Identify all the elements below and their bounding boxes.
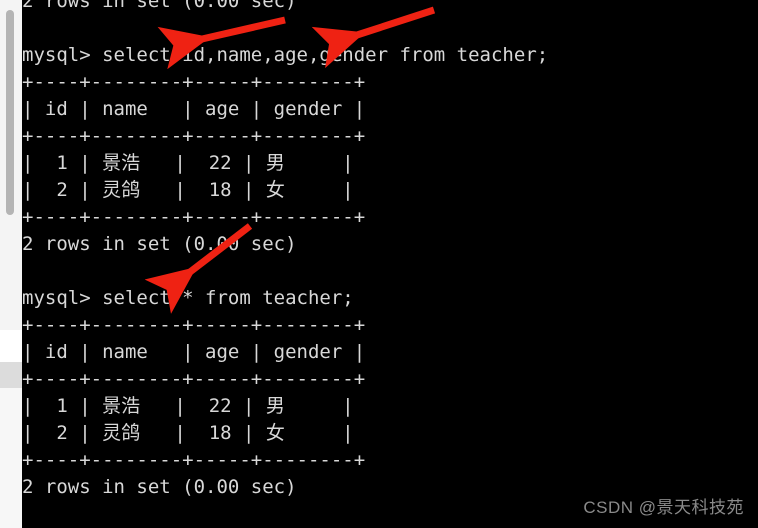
table2-border-top: +----+--------+-----+--------+ bbox=[22, 314, 366, 336]
table1-status: 2 rows in set (0.00 sec) bbox=[22, 233, 297, 255]
table2-border-mid: +----+--------+-----+--------+ bbox=[22, 368, 366, 390]
csdn-watermark: CSDN @景天科技苑 bbox=[583, 498, 744, 517]
table1-border-bottom: +----+--------+-----+--------+ bbox=[22, 206, 366, 228]
table2-row-2: | 2 | 灵鸽 | 18 | 女 | bbox=[22, 422, 354, 444]
terminal-output: 2 rows in set (0.00 sec) mysql> select i… bbox=[22, 0, 758, 528]
table1-row-1: | 1 | 景浩 | 22 | 男 | bbox=[22, 152, 354, 174]
prompt-query-2: mysql> select * from teacher; bbox=[22, 287, 354, 309]
background-window-edge bbox=[0, 0, 22, 528]
table1-row-2: | 2 | 灵鸽 | 18 | 女 | bbox=[22, 179, 354, 201]
prompt-query-1: mysql> select id,name,age,gender from te… bbox=[22, 44, 549, 66]
background-window-white-band bbox=[0, 330, 22, 362]
background-window-gray-band bbox=[0, 362, 22, 388]
table1-header: | id | name | age | gender | bbox=[22, 98, 366, 120]
table2-border-bottom: +----+--------+-----+--------+ bbox=[22, 449, 366, 471]
table2-header: | id | name | age | gender | bbox=[22, 341, 366, 363]
blank bbox=[22, 15, 758, 42]
background-window-lower-panel bbox=[0, 388, 22, 528]
table2-row-1: | 1 | 景浩 | 22 | 男 | bbox=[22, 395, 354, 417]
prev-result-clipped: 2 rows in set (0.00 sec) bbox=[22, 0, 297, 12]
blank bbox=[22, 258, 758, 285]
screen: 2 rows in set (0.00 sec) mysql> select i… bbox=[0, 0, 758, 528]
table1-border-top: +----+--------+-----+--------+ bbox=[22, 71, 366, 93]
background-window-scrollbar-thumb[interactable] bbox=[6, 10, 14, 215]
table1-border-mid: +----+--------+-----+--------+ bbox=[22, 125, 366, 147]
mysql-terminal[interactable]: 2 rows in set (0.00 sec) mysql> select i… bbox=[22, 0, 758, 528]
